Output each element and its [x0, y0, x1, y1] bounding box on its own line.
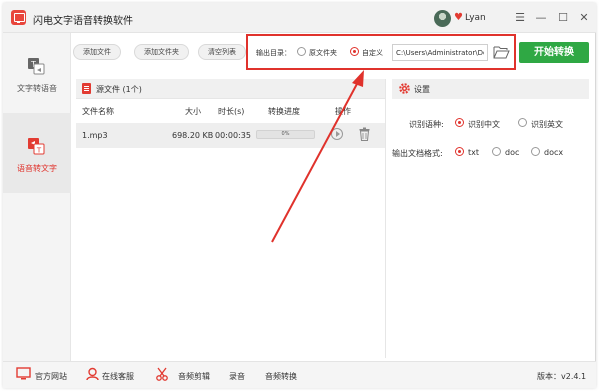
sidebar-item-label: 文字转语音 [17, 84, 57, 93]
support-icon [86, 367, 99, 381]
column-header-duration: 时长(s) [218, 107, 245, 116]
menu-icon[interactable]: ☰ [512, 10, 528, 26]
text-to-speech-icon: T [28, 58, 45, 75]
settings-title: 设置 [414, 85, 430, 94]
language-chinese-label[interactable]: 识别中文 [468, 119, 500, 130]
close-icon[interactable]: ✕ [576, 10, 592, 26]
format-docx-radio[interactable] [531, 147, 540, 156]
record-link[interactable]: 录音 [229, 371, 245, 382]
output-directory-label: 输出目录： [256, 49, 291, 57]
column-header-progress: 转换进度 [268, 107, 300, 116]
audio-edit-link[interactable]: 音频剪辑 [178, 371, 210, 382]
username[interactable]: Lyan [465, 13, 486, 23]
panel-divider [385, 79, 386, 358]
clear-list-button[interactable]: 清空列表 [198, 44, 246, 60]
start-conversion-button[interactable]: 开始转换 [519, 42, 589, 63]
language-english-label[interactable]: 识别英文 [531, 119, 563, 130]
audio-edit-icon [156, 367, 168, 381]
sidebar-item-label: 语音转文字 [17, 164, 57, 173]
file-icon [82, 83, 91, 94]
minimize-icon[interactable]: — [533, 10, 549, 26]
play-icon[interactable] [331, 128, 343, 140]
column-header-name: 文件名称 [82, 107, 114, 116]
output-path-input[interactable] [392, 44, 488, 61]
svg-text:T: T [36, 147, 42, 155]
language-chinese-radio[interactable] [455, 118, 464, 127]
format-doc-radio[interactable] [492, 147, 501, 156]
avatar[interactable] [434, 10, 451, 27]
file-name: 1.mp3 [82, 131, 108, 140]
custom-folder-radio[interactable] [350, 47, 359, 56]
sidebar-item-speech-to-text[interactable]: T 语音转文字 [3, 113, 71, 193]
output-format-label: 输出文档格式: [392, 149, 443, 158]
add-file-button[interactable]: 添加文件 [73, 44, 121, 60]
format-docx-label[interactable]: docx [544, 148, 563, 157]
file-panel-title: 源文件 (1个) [96, 85, 142, 94]
column-header-size: 大小 [185, 107, 201, 116]
recognition-language-label: 识别语种: [409, 120, 444, 129]
conversion-progress-bar: 0% [256, 130, 315, 139]
format-txt-label[interactable]: txt [468, 148, 479, 157]
format-doc-label[interactable]: doc [505, 148, 519, 157]
language-english-radio[interactable] [518, 118, 527, 127]
version-label: 版本：v2.4.1 [537, 372, 587, 381]
source-folder-label[interactable]: 原文件夹 [309, 48, 337, 58]
trash-icon[interactable] [359, 127, 370, 141]
heart-icon: ♥ [454, 12, 463, 23]
source-folder-radio[interactable] [297, 47, 306, 56]
online-support-link[interactable]: 在线客服 [102, 371, 134, 382]
audio-convert-link[interactable]: 音频转换 [265, 371, 297, 382]
maximize-icon[interactable]: ☐ [555, 10, 571, 26]
file-size: 698.20 KB [172, 131, 214, 140]
format-txt-radio[interactable] [455, 147, 464, 156]
sidebar-item-text-to-speech[interactable]: T 文字转语音 [3, 33, 71, 113]
add-folder-button[interactable]: 添加文件夹 [134, 44, 189, 60]
gear-icon [399, 83, 410, 94]
custom-folder-label[interactable]: 自定义 [362, 48, 383, 58]
website-icon [16, 367, 31, 380]
file-duration: 00:00:35 [215, 131, 251, 140]
progress-text: 0% [281, 131, 290, 137]
official-website-link[interactable]: 官方网站 [35, 371, 67, 382]
app-title: 闪电文字语音转换软件 [33, 16, 133, 27]
column-header-actions: 操作 [335, 107, 351, 116]
folder-open-icon[interactable] [493, 45, 510, 59]
speech-to-text-icon: T [28, 138, 45, 155]
app-logo-icon [11, 10, 26, 25]
